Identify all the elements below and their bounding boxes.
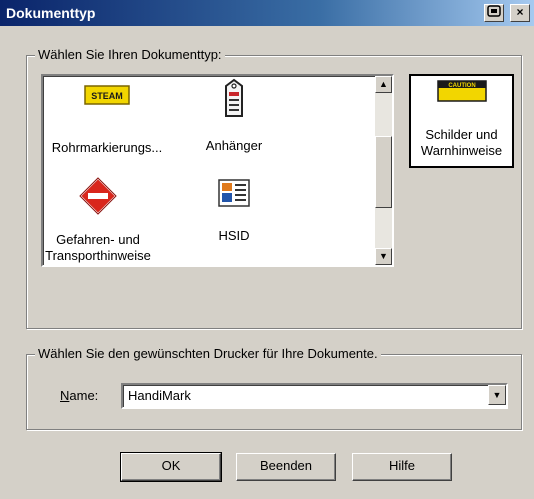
arrow-down-icon: ▼ <box>379 251 388 261</box>
exit-button[interactable]: Beenden <box>236 453 336 481</box>
ok-button[interactable]: OK <box>120 452 222 482</box>
steam-pipe-marker-icon: STEAM <box>84 85 130 105</box>
printer-dropdown-button[interactable]: ▼ <box>488 385 506 405</box>
list-item-label: HSID <box>218 228 250 243</box>
list-item-pipe-marker[interactable]: STEAM Rohrmarkierungs... <box>47 84 167 156</box>
list-item-label-line2: Transporthinweise <box>45 248 151 263</box>
list-item-label: Rohrmarkierungs... <box>51 140 163 155</box>
help-titlebar-button[interactable] <box>484 4 504 22</box>
caution-sign-icon: CAUTION <box>436 80 487 102</box>
selected-label-line2: Warnhinweise <box>420 143 503 158</box>
printer-select-value: HandiMark <box>128 388 191 403</box>
name-label-rest: ame: <box>69 388 99 403</box>
chevron-down-icon: ▼ <box>492 390 502 400</box>
printer-name-label: Name: <box>60 388 98 403</box>
doc-type-scrollbar[interactable]: ▲ ▼ <box>375 76 392 265</box>
printer-legend: Wählen Sie den gewünschten Drucker für I… <box>35 346 381 361</box>
scroll-up-button[interactable]: ▲ <box>375 76 392 93</box>
scroll-thumb[interactable] <box>375 136 392 208</box>
list-item-tag[interactable]: Anhänger <box>189 78 279 154</box>
help-button[interactable]: Hilfe <box>352 453 452 481</box>
list-item-hsid[interactable]: HSID <box>189 178 279 244</box>
caution-icon-text: CAUTION <box>448 83 475 89</box>
selected-doc-type-panel[interactable]: CAUTION Schilder und Warnhinweise <box>409 74 514 168</box>
window-title: Dokumenttyp <box>6 5 96 21</box>
scroll-down-button[interactable]: ▼ <box>375 248 392 265</box>
list-item-label: Anhänger <box>205 138 263 153</box>
hsid-document-icon <box>218 179 250 207</box>
steam-icon-text: STEAM <box>91 91 123 101</box>
hazard-diamond-icon <box>78 176 118 216</box>
list-item-hazard[interactable]: Gefahren- und Transporthinweise <box>43 176 153 264</box>
printer-select[interactable]: HandiMark ▼ <box>121 383 508 409</box>
close-icon: × <box>516 5 524 19</box>
selected-label-line1: Schilder und <box>425 127 498 142</box>
name-accesskey: N <box>60 388 70 403</box>
title-bar: Dokumenttyp × <box>0 0 534 26</box>
tag-icon <box>225 78 243 117</box>
doc-type-legend: Wählen Sie Ihren Dokumenttyp: <box>35 47 225 62</box>
doc-type-list[interactable]: STEAM Rohrmarkierungs... Anhänger Gefahr… <box>41 74 394 267</box>
list-item-label-line1: Gefahren- und <box>56 232 140 247</box>
help-icon <box>487 5 501 17</box>
arrow-up-icon: ▲ <box>379 79 388 89</box>
close-button[interactable]: × <box>510 4 530 22</box>
